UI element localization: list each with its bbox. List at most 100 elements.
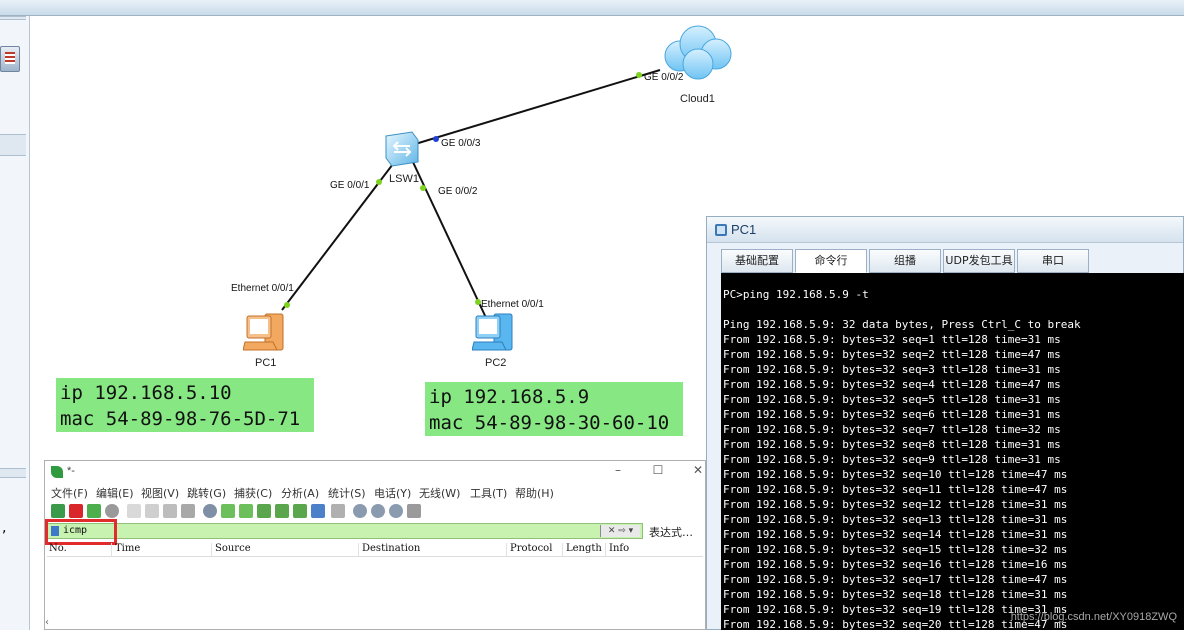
go-forward-icon[interactable] xyxy=(239,504,253,518)
terminal-line: From 192.168.5.9: bytes=32 seq=10 ttl=12… xyxy=(723,468,1068,481)
terminal-line: From 192.168.5.9: bytes=32 seq=4 ttl=128… xyxy=(723,378,1061,391)
pc1-window-titlebar[interactable]: PC1 xyxy=(707,217,1183,243)
last-packet-icon[interactable] xyxy=(293,504,307,518)
packet-list-header: No. Time Source Destination Protocol Len… xyxy=(47,543,703,557)
port-dot-lsw-ge002 xyxy=(420,185,426,191)
pc-icon[interactable] xyxy=(243,310,289,354)
terminal-line: From 192.168.5.9: bytes=32 seq=11 ttl=12… xyxy=(723,483,1068,496)
capture-options-icon[interactable] xyxy=(105,504,119,518)
menu-help[interactable]: 帮助(H) xyxy=(515,485,554,501)
zoom-normal-icon[interactable] xyxy=(389,504,403,518)
terminal-line: From 192.168.5.9: bytes=32 seq=5 ttl=128… xyxy=(723,393,1061,406)
go-to-packet-icon[interactable] xyxy=(257,504,271,518)
wireshark-title: *- xyxy=(67,465,75,477)
port-label-lsw-ge003: GE 0/0/3 xyxy=(441,138,481,149)
terminal-line: From 192.168.5.9: bytes=32 seq=2 ttl=128… xyxy=(723,348,1061,361)
tab-command-line[interactable]: 命令行 xyxy=(795,249,867,273)
autoscroll-icon[interactable] xyxy=(311,504,325,518)
port-dot-lsw-ge001 xyxy=(376,179,382,185)
zoom-in-icon[interactable] xyxy=(353,504,367,518)
column-time[interactable]: Time xyxy=(113,543,212,557)
start-capture-icon[interactable] xyxy=(51,504,65,518)
terminal-line: From 192.168.5.9: bytes=32 seq=15 ttl=12… xyxy=(723,543,1068,556)
port-label-pc1-eth: Ethernet 0/0/1 xyxy=(231,283,294,294)
port-label-cloud-ge002: GE 0/0/2 xyxy=(644,72,684,83)
maximize-icon[interactable]: ☐ xyxy=(651,463,665,477)
port-dot-pc1-eth xyxy=(284,302,290,308)
open-file-icon[interactable] xyxy=(127,504,141,518)
save-file-icon[interactable] xyxy=(145,504,159,518)
minimize-icon[interactable]: – xyxy=(611,463,625,477)
link-lsw1-cloud1 xyxy=(401,69,661,149)
terminal-line: From 192.168.5.9: bytes=32 seq=6 ttl=128… xyxy=(723,408,1061,421)
pc1-info-box: ip 192.168.5.10 mac 54-89-98-76-5D-71 xyxy=(56,378,314,432)
menu-telephony[interactable]: 电话(Y) xyxy=(374,485,411,501)
port-dot-cloud-ge002 xyxy=(636,72,642,78)
tab-multicast[interactable]: 组播 xyxy=(869,249,941,273)
column-destination[interactable]: Destination xyxy=(360,543,507,557)
restart-capture-icon[interactable] xyxy=(87,504,101,518)
tab-udp-tool[interactable]: UDP发包工具 xyxy=(943,249,1015,273)
reload-icon[interactable] xyxy=(181,504,195,518)
terminal-output: Ping 192.168.5.9: 32 data bytes, Press C… xyxy=(723,317,1184,630)
terminal-line: From 192.168.5.9: bytes=32 seq=1 ttl=128… xyxy=(723,333,1061,346)
pc1-window-title: PC1 xyxy=(731,222,757,237)
scroll-left-icon[interactable]: ‹ xyxy=(45,617,55,629)
menu-statistics[interactable]: 统计(S) xyxy=(328,485,366,501)
menu-wireless[interactable]: 无线(W) xyxy=(419,485,460,501)
display-filter-bar[interactable]: icmp ✕ ⇨ ▾ xyxy=(47,523,643,539)
close-icon[interactable]: ✕ xyxy=(691,463,705,477)
filter-apply-icon[interactable]: ✕ ⇨ ▾ xyxy=(600,525,640,537)
switch-icon[interactable] xyxy=(382,128,422,168)
terminal-command: PC>ping 192.168.5.9 -t xyxy=(723,288,869,301)
terminal-line: From 192.168.5.9: bytes=32 seq=18 ttl=12… xyxy=(723,588,1068,601)
column-length[interactable]: Length xyxy=(564,543,606,557)
device-label-lsw1: LSW1 xyxy=(389,173,419,185)
go-back-icon[interactable] xyxy=(221,504,235,518)
column-no[interactable]: No. xyxy=(47,543,112,557)
filter-highlight-box xyxy=(45,519,117,545)
terminal-line: From 192.168.5.9: bytes=32 seq=9 ttl=128… xyxy=(723,453,1061,466)
zoom-out-icon[interactable] xyxy=(371,504,385,518)
menu-view[interactable]: 视图(V) xyxy=(141,485,179,501)
first-packet-icon[interactable] xyxy=(275,504,289,518)
watermark-text: https://blog.csdn.net/XY0918ZWQ xyxy=(1010,611,1177,623)
device-label-cloud1: Cloud1 xyxy=(680,93,715,105)
device-label-pc2: PC2 xyxy=(485,357,507,369)
column-info[interactable]: Info xyxy=(607,543,701,557)
menu-tools[interactable]: 工具(T) xyxy=(470,485,507,501)
port-label-pc2-eth: Ethernet 0/0/1 xyxy=(481,299,544,310)
tab-basic-config[interactable]: 基础配置 xyxy=(721,249,793,273)
menu-capture[interactable]: 捕获(C) xyxy=(234,485,272,501)
resize-columns-icon[interactable] xyxy=(407,504,421,518)
terminal-line: From 192.168.5.9: bytes=32 seq=3 ttl=128… xyxy=(723,363,1061,376)
device-label-pc1: PC1 xyxy=(255,357,277,369)
pc2-mac-text: mac 54-89-98-30-60-10 xyxy=(429,412,670,434)
colorize-icon[interactable] xyxy=(331,504,345,518)
wireshark-logo-icon xyxy=(51,466,63,478)
pc-icon[interactable] xyxy=(472,310,518,354)
close-file-icon[interactable] xyxy=(163,504,177,518)
wireshark-titlebar[interactable]: *- – ☐ ✕ xyxy=(45,461,705,483)
terminal-line: From 192.168.5.9: bytes=32 seq=12 ttl=12… xyxy=(723,498,1068,511)
stop-capture-icon[interactable] xyxy=(69,504,83,518)
terminal-line: From 192.168.5.9: bytes=32 seq=17 ttl=12… xyxy=(723,573,1068,586)
pc2-info-box: ip 192.168.5.9 mac 54-89-98-30-60-10 xyxy=(425,382,683,436)
menu-analyze[interactable]: 分析(A) xyxy=(281,485,319,501)
column-protocol[interactable]: Protocol xyxy=(508,543,563,557)
pc1-mac-text: mac 54-89-98-76-5D-71 xyxy=(60,408,301,430)
port-label-lsw-ge002: GE 0/0/2 xyxy=(438,186,478,197)
terminal-line: From 192.168.5.9: bytes=32 seq=8 ttl=128… xyxy=(723,438,1061,451)
expression-button[interactable]: 表达式… xyxy=(649,524,693,540)
menu-edit[interactable]: 编辑(E) xyxy=(96,485,134,501)
pc1-window: PC1 基础配置 命令行 组播 UDP发包工具 串口 PC>ping 192.1… xyxy=(706,216,1184,630)
tab-serial[interactable]: 串口 xyxy=(1017,249,1089,273)
menu-go[interactable]: 跳转(G) xyxy=(187,485,226,501)
find-packet-icon[interactable] xyxy=(203,504,217,518)
port-label-lsw-ge001: GE 0/0/1 xyxy=(330,180,370,191)
pc1-ip-text: ip 192.168.5.10 xyxy=(60,382,232,404)
terminal-line: From 192.168.5.9: bytes=32 seq=7 ttl=128… xyxy=(723,423,1061,436)
menu-file[interactable]: 文件(F) xyxy=(51,485,88,501)
command-terminal[interactable]: PC>ping 192.168.5.9 -t Ping 192.168.5.9:… xyxy=(721,273,1184,630)
column-source[interactable]: Source xyxy=(213,543,359,557)
